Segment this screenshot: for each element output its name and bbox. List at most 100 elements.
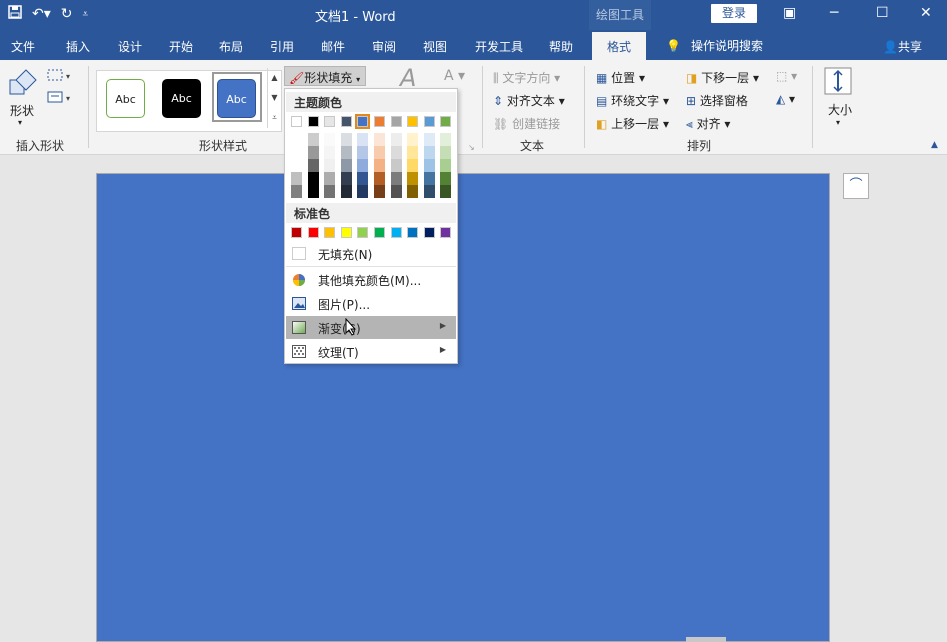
scroll-down-icon[interactable]: ▼ <box>268 88 281 108</box>
save-icon[interactable] <box>8 5 22 23</box>
theme-tint-swatch[interactable] <box>423 146 435 159</box>
align-button[interactable]: ⫷ 对齐 ▾ <box>686 115 730 132</box>
close-icon[interactable]: ✕ <box>920 5 932 21</box>
theme-tint-swatch[interactable] <box>390 133 402 146</box>
login-button[interactable]: 登录 <box>711 4 757 23</box>
undo-icon[interactable]: ↶▾ <box>32 6 51 22</box>
tab-format[interactable]: 格式 <box>592 32 647 60</box>
theme-tint-swatch[interactable] <box>423 172 435 185</box>
tab-mailings[interactable]: 邮件 <box>321 38 345 55</box>
ribbon-display-icon[interactable]: ▣ <box>783 5 796 21</box>
collapse-ribbon-icon[interactable]: ▲ <box>931 140 938 150</box>
theme-tint-swatch[interactable] <box>324 185 336 198</box>
theme-color-swatch[interactable] <box>374 116 385 127</box>
style-preset-black[interactable]: Abc <box>162 79 201 118</box>
theme-tint-swatch[interactable] <box>291 159 302 172</box>
standard-color-swatch[interactable] <box>291 227 302 238</box>
theme-tint-swatch[interactable] <box>423 159 435 172</box>
size-button[interactable] <box>823 66 853 99</box>
customize-qat-icon[interactable]: ⩡ <box>83 9 89 20</box>
align-text-button[interactable]: ⇕ 对齐文本 ▾ <box>493 92 565 109</box>
theme-tint-swatch[interactable] <box>324 159 336 172</box>
share-button[interactable]: 👤共享 <box>883 38 922 55</box>
theme-tint-swatch[interactable] <box>340 172 352 185</box>
theme-tint-swatch[interactable] <box>374 146 385 159</box>
text-box-icon[interactable]: ▾ <box>46 90 74 107</box>
standard-color-swatch[interactable] <box>423 227 435 238</box>
standard-color-swatch[interactable] <box>390 227 402 238</box>
theme-tint-swatch[interactable] <box>390 159 402 172</box>
shape-fill-button[interactable]: 🖌形状填充 ▾ <box>284 66 366 86</box>
theme-tint-swatch[interactable] <box>291 133 302 146</box>
tab-review[interactable]: 审阅 <box>372 38 396 55</box>
theme-tint-swatch[interactable] <box>357 133 369 146</box>
theme-tint-swatch[interactable] <box>307 159 319 172</box>
theme-tint-swatch[interactable] <box>340 185 352 198</box>
layout-options-icon[interactable]: ⌒ <box>843 173 869 199</box>
theme-tint-swatch[interactable] <box>440 159 452 172</box>
tab-layout[interactable]: 布局 <box>219 38 243 55</box>
tab-help[interactable]: 帮助 <box>549 38 573 55</box>
rotate-icon[interactable]: ◭ ▾ <box>776 92 795 106</box>
gallery-scroll[interactable]: ▲ ▼ ⩡ <box>267 68 281 128</box>
texture-fill-item[interactable]: 纹理(T) ▶ <box>286 340 456 363</box>
theme-tint-swatch[interactable] <box>324 133 336 146</box>
maximize-icon[interactable]: ☐ <box>876 5 889 21</box>
scroll-up-icon[interactable]: ▲ <box>268 68 281 88</box>
tab-developer[interactable]: 开发工具 <box>475 38 523 55</box>
theme-tint-swatch[interactable] <box>307 146 319 159</box>
theme-tint-swatch[interactable] <box>440 146 452 159</box>
theme-tint-swatch[interactable] <box>357 185 369 198</box>
theme-tint-swatch[interactable] <box>357 172 369 185</box>
theme-color-swatch[interactable] <box>390 116 402 127</box>
standard-color-swatch[interactable] <box>440 227 452 238</box>
theme-tint-swatch[interactable] <box>340 146 352 159</box>
tab-insert[interactable]: 插入 <box>66 38 90 55</box>
standard-color-swatch[interactable] <box>307 227 319 238</box>
no-fill-item[interactable]: 无填充(N) <box>286 242 456 265</box>
tab-design[interactable]: 设计 <box>118 38 142 55</box>
theme-tint-swatch[interactable] <box>291 172 302 185</box>
theme-tint-swatch[interactable] <box>423 133 435 146</box>
theme-tint-swatch[interactable] <box>407 146 419 159</box>
tab-start[interactable]: 开始 <box>169 38 193 55</box>
theme-tint-swatch[interactable] <box>291 185 302 198</box>
position-button[interactable]: ▦ 位置 ▾ <box>596 69 645 86</box>
theme-color-swatch[interactable] <box>407 116 419 127</box>
theme-tint-swatch[interactable] <box>390 146 402 159</box>
wrap-text-button[interactable]: ▤ 环绕文字 ▾ <box>596 92 669 109</box>
bring-forward-button[interactable]: ◧ 上移一层 ▾ <box>596 115 669 132</box>
theme-tint-swatch[interactable] <box>407 159 419 172</box>
theme-tint-swatch[interactable] <box>374 159 385 172</box>
theme-tint-swatch[interactable] <box>407 172 419 185</box>
theme-tint-swatch[interactable] <box>440 172 452 185</box>
theme-color-swatch[interactable] <box>307 116 319 127</box>
tab-view[interactable]: 视图 <box>423 38 447 55</box>
theme-tint-swatch[interactable] <box>307 133 319 146</box>
theme-tint-swatch[interactable] <box>357 146 369 159</box>
theme-tint-swatch[interactable] <box>340 159 352 172</box>
theme-tint-swatch[interactable] <box>440 133 452 146</box>
theme-tint-swatch[interactable] <box>390 185 402 198</box>
standard-color-swatch[interactable] <box>357 227 369 238</box>
standard-color-swatch[interactable] <box>340 227 352 238</box>
theme-color-swatch[interactable] <box>440 116 452 127</box>
theme-tint-swatch[interactable] <box>374 172 385 185</box>
style-preset-outline[interactable]: Abc <box>106 79 145 118</box>
theme-tint-swatch[interactable] <box>374 185 385 198</box>
theme-tint-swatch[interactable] <box>423 185 435 198</box>
theme-tint-swatch[interactable] <box>291 146 302 159</box>
theme-tint-swatch[interactable] <box>307 172 319 185</box>
theme-tint-swatch[interactable] <box>307 185 319 198</box>
tab-references[interactable]: 引用 <box>270 38 294 55</box>
shapes-button[interactable] <box>8 68 38 101</box>
picture-fill-item[interactable]: 图片(P)... <box>286 292 456 315</box>
theme-tint-swatch[interactable] <box>407 185 419 198</box>
gradient-fill-item[interactable]: 渐变(G) ▶ <box>286 316 456 339</box>
theme-color-swatch[interactable] <box>340 116 352 127</box>
tell-me-search[interactable]: 💡 操作说明搜索 <box>666 37 763 54</box>
theme-tint-swatch[interactable] <box>390 172 402 185</box>
theme-color-swatch[interactable] <box>324 116 336 127</box>
theme-tint-swatch[interactable] <box>407 133 419 146</box>
edit-shape-icon[interactable]: ▾ <box>46 68 74 85</box>
